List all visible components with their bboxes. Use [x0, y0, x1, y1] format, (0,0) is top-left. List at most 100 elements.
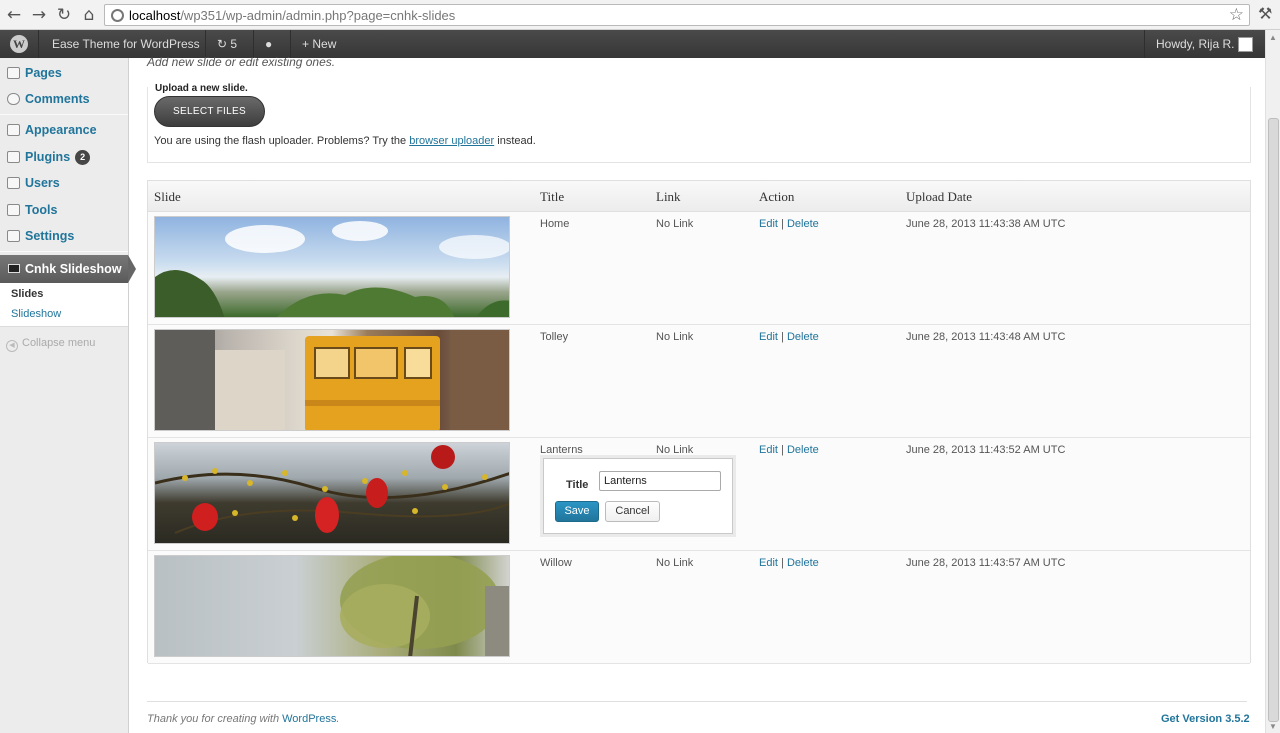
slide-link: No Link	[656, 218, 694, 230]
delete-link[interactable]: Delete	[787, 444, 819, 456]
plugins-icon	[7, 151, 20, 163]
updates-link[interactable]: ↻ 5	[217, 30, 237, 58]
sidebar-item-label: Plugins	[25, 150, 71, 164]
wordpress-logo-icon[interactable]: W	[10, 35, 28, 53]
slide-actions: Edit | Delete	[759, 218, 819, 230]
get-version-link[interactable]: Get Version 3.5.2	[1161, 713, 1250, 725]
action-separator: |	[781, 331, 784, 343]
upload-panel: Upload a new slide. SELECT FILES You are…	[147, 83, 1251, 163]
admin-bar-divider	[205, 30, 206, 58]
table-row: Home No Link Edit | Delete June 28, 2013…	[148, 212, 1250, 325]
forward-arrow-icon[interactable]: →	[29, 5, 49, 25]
address-bar[interactable]: localhost/wp351/wp-admin/admin.php?page=…	[104, 4, 1250, 26]
willow-image	[340, 556, 509, 656]
browser-uploader-link[interactable]: browser uploader	[409, 135, 494, 147]
slide-link: No Link	[656, 444, 694, 456]
lanterns-image	[155, 445, 509, 534]
collapse-menu-button[interactable]: ◀ Collapse menu	[6, 337, 95, 352]
comments-icon	[7, 93, 20, 105]
sidebar-item-label: Users	[25, 176, 60, 190]
edit-link[interactable]: Edit	[759, 557, 778, 569]
column-header-upload-date: Upload Date	[906, 189, 973, 204]
slide-title: Willow	[540, 557, 572, 569]
howdy-account-link[interactable]: Howdy, Rija R.	[1156, 30, 1234, 58]
upload-date: June 28, 2013 11:43:48 AM UTC	[906, 331, 1066, 343]
column-header-link: Link	[656, 189, 681, 204]
sidebar-item-settings[interactable]: Settings	[0, 223, 128, 249]
sidebar-item-users[interactable]: Users	[0, 170, 128, 196]
slide-title: Lanterns	[540, 444, 583, 456]
sidebar-item-cnhk-slideshow[interactable]: Cnhk Slideshow	[0, 255, 136, 283]
page-info-icon[interactable]	[111, 9, 124, 22]
select-files-button[interactable]: SELECT FILES	[154, 96, 265, 127]
footer-divider	[147, 701, 1247, 702]
sidebar-item-tools[interactable]: Tools	[0, 197, 128, 223]
page-scrollbar[interactable]: ▲ ▼	[1265, 30, 1280, 733]
column-header-action: Action	[759, 189, 795, 204]
sidebar-item-plugins[interactable]: Plugins 2	[0, 144, 128, 170]
column-header-slide: Slide	[154, 189, 181, 204]
sky-trees-image	[155, 221, 509, 317]
delete-link[interactable]: Delete	[787, 557, 819, 569]
pages-icon	[7, 67, 20, 79]
comments-bubble-icon[interactable]: ●	[265, 30, 272, 58]
admin-bar-divider	[290, 30, 291, 58]
url-text[interactable]: localhost/wp351/wp-admin/admin.php?page=…	[129, 8, 455, 23]
url-host: localhost	[129, 8, 181, 23]
scroll-up-arrow-icon[interactable]: ▲	[1269, 33, 1277, 42]
home-icon[interactable]: ⌂	[79, 5, 99, 25]
sidebar-item-label: Cnhk Slideshow	[25, 262, 122, 276]
table-row: Willow No Link Edit | Delete June 28, 20…	[148, 551, 1250, 664]
site-name-link[interactable]: Ease Theme for WordPress	[52, 30, 200, 58]
admin-bar-divider	[1144, 30, 1145, 58]
upload-date: June 28, 2013 11:43:57 AM UTC	[906, 557, 1066, 569]
sidebar-item-comments[interactable]: Comments	[0, 86, 128, 112]
title-field-label: Title	[566, 479, 589, 491]
settings-icon	[7, 230, 20, 242]
edit-link[interactable]: Edit	[759, 331, 778, 343]
action-separator: |	[781, 557, 784, 569]
save-button[interactable]: Save	[555, 501, 599, 522]
scroll-down-arrow-icon[interactable]: ▼	[1269, 722, 1277, 731]
scroll-thumb[interactable]	[1268, 118, 1279, 722]
admin-bar-divider	[253, 30, 254, 58]
upload-date: June 28, 2013 11:43:52 AM UTC	[906, 444, 1066, 456]
cancel-button[interactable]: Cancel	[605, 501, 660, 522]
title-edit-popup: Title Save Cancel	[543, 458, 733, 534]
collapse-menu-label: Collapse menu	[22, 337, 96, 349]
sidebar-item-label-wrap: Plugins 2	[25, 144, 91, 170]
upload-date: June 28, 2013 11:43:38 AM UTC	[906, 218, 1066, 230]
title-input[interactable]	[599, 471, 721, 491]
flash-uploader-note: You are using the flash uploader. Proble…	[154, 135, 536, 147]
submenu-item-slideshow[interactable]: Slideshow	[11, 308, 61, 320]
slide-actions: Edit | Delete	[759, 444, 819, 456]
url-path: /wp351/wp-admin/admin.php?page=cnhk-slid…	[180, 8, 456, 23]
sidebar-item-label: Settings	[25, 229, 75, 243]
wrench-icon[interactable]: ⚒	[1258, 4, 1272, 23]
edit-link[interactable]: Edit	[759, 444, 778, 456]
action-separator: |	[781, 444, 784, 456]
slide-thumbnail	[154, 216, 510, 318]
sidebar-item-appearance[interactable]: Appearance	[0, 117, 128, 143]
reload-icon[interactable]: ↻	[54, 5, 74, 25]
slide-title: Tolley	[540, 331, 569, 343]
new-content-link[interactable]: + New	[302, 30, 336, 58]
new-label: New	[312, 37, 337, 51]
star-icon[interactable]: ☆	[1229, 5, 1244, 25]
submenu-item-slides[interactable]: Slides	[11, 288, 43, 300]
plugin-updates-badge: 2	[75, 150, 91, 165]
avatar[interactable]	[1238, 37, 1253, 52]
admin-sidebar: Pages Comments Appearance Plugins 2 Users…	[0, 58, 136, 733]
delete-link[interactable]: Delete	[787, 331, 819, 343]
wordpress-link[interactable]: WordPress	[282, 713, 336, 725]
page-description: Add new slide or edit existing ones.	[147, 55, 336, 69]
delete-link[interactable]: Delete	[787, 218, 819, 230]
table-header: Slide Title Link Action Upload Date	[148, 181, 1250, 212]
plus-icon: +	[302, 37, 310, 51]
updates-count: 5	[230, 37, 238, 51]
edit-link[interactable]: Edit	[759, 218, 778, 230]
action-separator: |	[781, 218, 784, 230]
back-arrow-icon[interactable]: ←	[4, 5, 24, 25]
sidebar-item-pages[interactable]: Pages	[0, 60, 128, 86]
tram-image	[155, 330, 509, 430]
